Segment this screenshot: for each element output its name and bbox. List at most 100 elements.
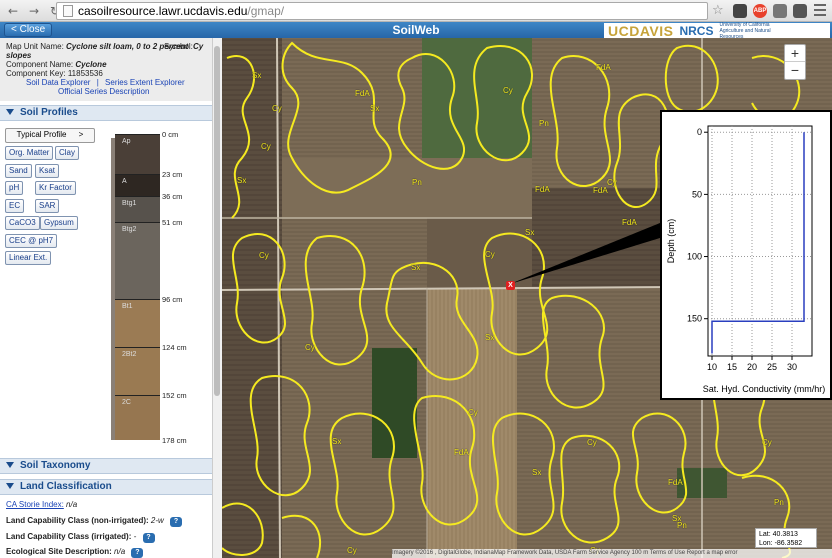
close-button[interactable]: < Close: [4, 23, 53, 37]
lcc-irrigated-row: Land Capability Class (irrigated): - ?: [6, 532, 155, 543]
sand-button[interactable]: Sand: [5, 164, 32, 178]
lcc-irrigated-label: Land Capability Class (irrigated):: [6, 532, 132, 541]
map-unit-label[interactable]: Cy: [485, 250, 495, 259]
storie-index-row: CA Storie Index: n/a: [6, 500, 77, 509]
map-unit-label[interactable]: Pn: [774, 498, 784, 507]
nrcs-logo: NRCS: [679, 23, 714, 38]
map-unit-label[interactable]: FdA: [622, 218, 637, 227]
extension-icon[interactable]: [773, 4, 787, 18]
map-unit-label[interactable]: Cy: [347, 546, 357, 555]
y-tick-label: 50: [692, 189, 702, 199]
sar-button[interactable]: SAR: [35, 199, 60, 213]
soil-data-explorer-link[interactable]: Soil Data Explorer: [26, 78, 90, 87]
latitude: Lat: 40.3813: [759, 531, 798, 538]
map-unit-label[interactable]: FdA: [593, 186, 608, 195]
extension-icon[interactable]: [793, 4, 807, 18]
forward-icon[interactable]: →: [26, 3, 42, 19]
map-unit-label[interactable]: Sx: [252, 71, 261, 80]
lcc-nonirrigated-label: Land Capability Class (non-irrigated):: [6, 516, 149, 525]
bookmark-star-icon[interactable]: ☆: [712, 3, 724, 18]
map-unit-label[interactable]: FdA: [596, 63, 611, 72]
depth-label: 178 cm: [162, 436, 187, 446]
gypsum-button[interactable]: Gypsum: [40, 216, 78, 230]
map-unit-label[interactable]: Sx: [237, 176, 246, 185]
map-unit-label[interactable]: Cy: [503, 86, 513, 95]
map-unit-label[interactable]: Cy: [259, 251, 269, 260]
land-classification-header[interactable]: Land Classification: [0, 479, 212, 495]
soil-taxonomy-header[interactable]: Soil Taxonomy: [0, 458, 212, 474]
linear-ext-button[interactable]: Linear Ext.: [5, 251, 52, 265]
soil-taxonomy-title: Soil Taxonomy: [20, 460, 91, 471]
org-matter-button[interactable]: Org. Matter: [5, 146, 54, 160]
address-bar[interactable]: casoilresource.lawr.ucdavis.edu /gmap/: [56, 2, 708, 20]
map-unit-label[interactable]: Cy: [468, 408, 478, 417]
help-icon[interactable]: ?: [170, 517, 183, 527]
map-unit-name-label: Map Unit Name:: [6, 42, 64, 51]
map-unit-label[interactable]: Pn: [677, 521, 687, 530]
caco3-button[interactable]: CaCO3: [5, 216, 40, 230]
map-unit-label[interactable]: Cy: [587, 438, 597, 447]
map-unit-info: Map Unit Name: Cyclone silt loam, 0 to 2…: [0, 38, 212, 101]
map-unit-label[interactable]: FdA: [668, 478, 683, 487]
map-unit-label[interactable]: Cy: [762, 438, 772, 447]
depth-label: 96 cm: [162, 295, 183, 305]
map-unit-label[interactable]: Cy: [272, 104, 282, 113]
kr-factor-button[interactable]: Kr Factor: [35, 181, 76, 195]
x-tick-label: 25: [767, 362, 777, 372]
ksat-button[interactable]: Ksat: [35, 164, 60, 178]
ph-button[interactable]: pH: [5, 181, 24, 195]
expand-triangle-icon: [6, 462, 14, 468]
depth-label: 23 cm: [162, 169, 183, 179]
map-unit-label[interactable]: Sx: [370, 104, 379, 113]
clay-button[interactable]: Clay: [55, 146, 80, 160]
browser-menu-icon[interactable]: [814, 4, 826, 16]
map-unit-label[interactable]: Sx: [332, 437, 341, 446]
map-attribution: Imagery ©2016 , DigitalGlobe, IndianaMap…: [392, 549, 832, 558]
location-marker-icon[interactable]: X: [506, 281, 515, 290]
typical-profile-button[interactable]: Typical Profile >: [5, 128, 95, 143]
map-unit-label[interactable]: Cy: [607, 178, 617, 187]
sidebar-scrollbar-thumb[interactable]: [214, 46, 220, 396]
adblock-icon[interactable]: ABP: [753, 4, 767, 18]
x-tick-label: 10: [707, 362, 717, 372]
official-series-description-link[interactable]: Official Series Description: [58, 87, 149, 96]
map-unit-label[interactable]: Pn: [412, 178, 422, 187]
map-unit-label[interactable]: Sx: [532, 468, 541, 477]
depth-label: 124 cm: [162, 343, 187, 353]
map-unit-label[interactable]: Pn: [539, 119, 549, 128]
map-unit-label[interactable]: Sx: [525, 228, 534, 237]
cec-button[interactable]: CEC @ pH7: [5, 234, 58, 248]
x-tick-label: 30: [787, 362, 797, 372]
collapse-triangle-icon: [6, 483, 14, 489]
component-key-label: Component Key:: [6, 69, 66, 78]
map-unit-label[interactable]: Sx: [485, 333, 494, 342]
map-unit-label[interactable]: FdA: [454, 448, 469, 457]
page-icon: [63, 5, 73, 17]
help-icon[interactable]: ?: [142, 533, 155, 543]
map-unit-label[interactable]: Cy: [261, 142, 271, 151]
sidebar: Map Unit Name: Cyclone silt loam, 0 to 2…: [0, 38, 222, 558]
horizon-name: 2Bt2: [122, 351, 137, 359]
symbol-label: Symbol:: [164, 42, 193, 51]
help-icon[interactable]: ?: [131, 548, 144, 558]
back-icon[interactable]: ←: [5, 3, 21, 19]
map-unit-label[interactable]: FdA: [355, 89, 370, 98]
storie-index-link[interactable]: CA Storie Index:: [6, 500, 64, 509]
map-unit-label[interactable]: Cy: [305, 343, 315, 352]
zoom-out-button[interactable]: −: [785, 62, 805, 79]
map-unit-label[interactable]: FdA: [535, 185, 550, 194]
ec-button[interactable]: EC: [5, 199, 25, 213]
map-unit-label[interactable]: Sx: [411, 263, 420, 272]
zoom-in-button[interactable]: +: [785, 45, 805, 62]
soil-profiles-header[interactable]: Soil Profiles: [0, 105, 212, 121]
ecological-site-value: n/a: [114, 547, 126, 556]
storie-index-value: n/a: [66, 500, 78, 509]
component-name-label: Component Name:: [6, 60, 74, 69]
soil-horizon: Ap: [115, 134, 160, 174]
soil-horizon: Btg1: [115, 195, 160, 222]
land-classification-title: Land Classification: [20, 481, 112, 492]
soil-column-shadow: [111, 138, 115, 441]
extension-icon[interactable]: [733, 4, 747, 18]
series-extent-explorer-link[interactable]: Series Extent Explorer: [105, 78, 185, 87]
coordinate-readout: Lat: 40.3813 Lon: -86.3582: [755, 528, 817, 548]
